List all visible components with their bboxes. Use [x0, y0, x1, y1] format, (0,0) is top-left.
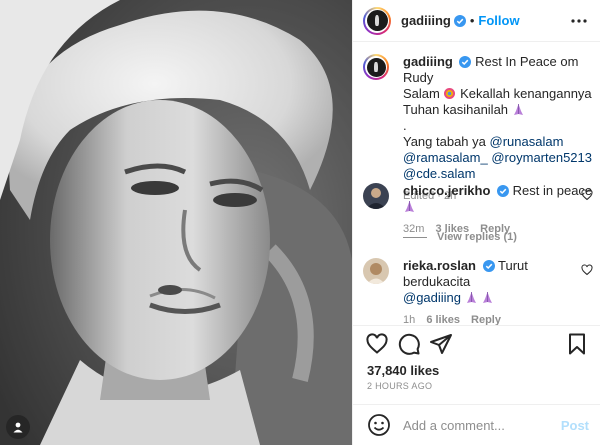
post-sidebar: gadiiing • Follow gadiiing Rest In Peace… — [352, 0, 600, 445]
comment-input[interactable] — [403, 417, 563, 433]
comment-likes[interactable]: 6 likes — [426, 314, 460, 325]
praying-hands-emoji-icon — [405, 201, 414, 212]
follow-button[interactable]: Follow — [478, 13, 519, 28]
mention-link[interactable]: @cde.salam — [403, 166, 475, 181]
emoji-icon[interactable] — [367, 413, 391, 437]
view-replies-button[interactable]: View replies (1) — [403, 231, 517, 243]
caption: gadiiing Rest In Peace om Rudy Salam Kek… — [363, 54, 593, 202]
comment-composer: Post — [353, 404, 600, 445]
replies-divider — [403, 236, 427, 238]
commenter-avatar[interactable] — [363, 183, 389, 209]
separator-dot: • — [469, 13, 475, 28]
verified-badge-icon — [459, 56, 472, 68]
comment-item: chicco.jerikho Rest in peace 32m 3 likes… — [363, 183, 593, 235]
verified-badge-icon — [453, 14, 466, 27]
likes-count[interactable]: 37,840 likes — [367, 363, 439, 378]
verified-badge-icon — [482, 260, 495, 272]
comment-meta: 1h 6 likes Reply — [403, 314, 501, 325]
caption-text: gadiiing Rest In Peace om Rudy Salam Kek… — [403, 54, 592, 181]
heart-icon[interactable] — [581, 189, 593, 201]
post-timestamp: 2 HOURS AGO — [367, 381, 433, 391]
heart-icon[interactable] — [581, 264, 593, 276]
verified-badge-icon — [497, 185, 510, 197]
author-avatar[interactable] — [363, 6, 391, 35]
comment-text: chicco.jerikho Rest in peace — [403, 183, 593, 215]
caption-avatar[interactable] — [363, 54, 389, 80]
comments-scroll[interactable]: gadiiing Rest In Peace om Rudy Salam Kek… — [353, 43, 600, 325]
portrait-image — [0, 0, 352, 445]
reply-button[interactable]: Reply — [471, 314, 501, 325]
post-comment-button[interactable]: Post — [561, 418, 589, 433]
mention-link[interactable]: @gadiiing — [403, 290, 461, 305]
mention-link[interactable]: @roymarten5213 — [491, 150, 592, 165]
rainbow-flower-emoji-icon — [444, 88, 456, 99]
author-username[interactable]: gadiiing — [401, 13, 451, 28]
praying-hands-emoji-icon — [466, 292, 476, 303]
caption-username[interactable]: gadiiing — [403, 54, 453, 69]
post-photo[interactable] — [0, 0, 352, 445]
share-icon[interactable] — [429, 332, 453, 356]
commenter-username[interactable]: chicco.jerikho — [403, 183, 490, 198]
comment-icon[interactable] — [397, 332, 421, 356]
mention-link[interactable]: @runasalam — [490, 134, 564, 149]
comment-item: rieka.roslan Turut berdukacita @gadiiing… — [363, 258, 593, 325]
commenter-username[interactable]: rieka.roslan — [403, 258, 476, 273]
mention-link[interactable]: @ramasalam_ — [403, 150, 488, 165]
praying-hands-emoji-icon — [483, 292, 493, 303]
heart-icon[interactable] — [365, 332, 389, 356]
praying-hands-emoji-icon — [513, 104, 523, 115]
more-icon[interactable] — [571, 13, 587, 29]
post-header: gadiiing • Follow — [353, 0, 600, 42]
instagram-post: gadiiing • Follow gadiiing Rest In Peace… — [0, 0, 600, 445]
tag-user-icon[interactable] — [6, 415, 30, 439]
post-actions — [353, 325, 600, 361]
comment-text: rieka.roslan Turut berdukacita @gadiiing — [403, 258, 528, 305]
commenter-avatar[interactable] — [363, 258, 389, 284]
bookmark-icon[interactable] — [565, 332, 589, 356]
